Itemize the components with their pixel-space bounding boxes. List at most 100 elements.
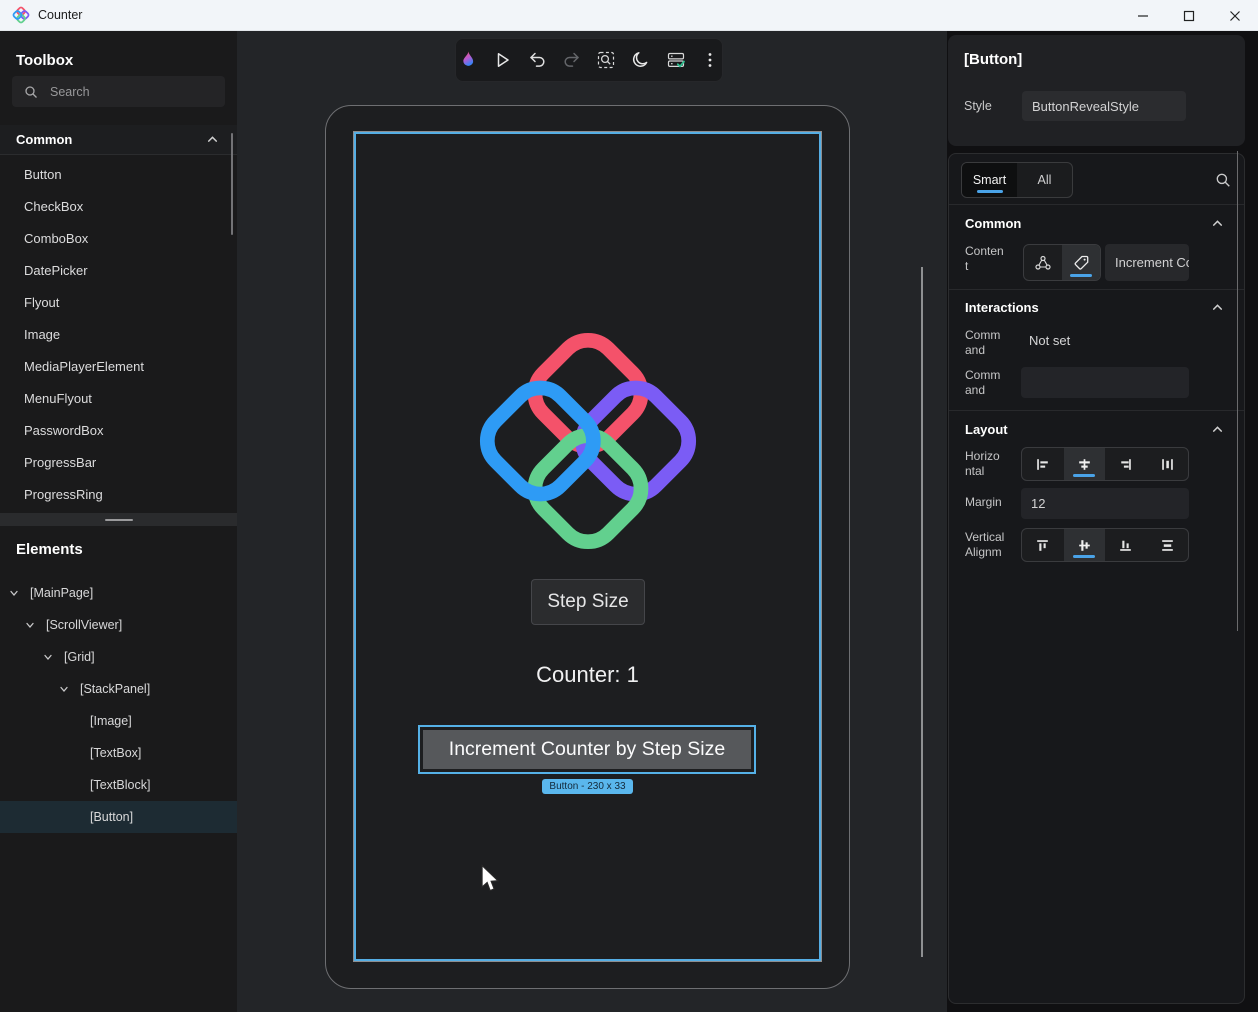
app-preview-surface[interactable]: Step Size Counter: 1 Increment Counter b… <box>353 131 822 962</box>
toolbox-search-input[interactable]: Search <box>12 76 225 107</box>
maximize-button[interactable] <box>1166 0 1212 31</box>
toolbox-item-button[interactable]: Button <box>0 158 237 190</box>
section-common-header[interactable]: Common <box>949 210 1244 236</box>
v-align-top-button[interactable] <box>1022 529 1064 561</box>
canvas-scrollbar[interactable] <box>921 267 923 957</box>
step-size-textbox[interactable]: Step Size <box>531 579 645 625</box>
command-input[interactable] <box>1021 367 1189 398</box>
properties-card: Smart All Common Conten t <box>948 153 1245 1004</box>
v-align-stretch-icon <box>1159 537 1176 554</box>
tree-item-grid[interactable]: [Grid] <box>0 641 237 673</box>
vertical-alignment-label: Vertical Alignm <box>965 530 1021 560</box>
toolbox-item-datepicker[interactable]: DatePicker <box>0 254 237 286</box>
toolbox-item-passwordbox[interactable]: PasswordBox <box>0 414 237 446</box>
more-options-kebab-icon[interactable] <box>698 48 722 72</box>
content-value-input[interactable]: Increment Co <box>1105 244 1189 281</box>
redo-icon[interactable] <box>560 48 584 72</box>
horizontal-alignment-label: Horizo ntal <box>965 449 1021 479</box>
tree-item-image[interactable]: [Image] <box>0 705 237 737</box>
designer-toolbar <box>455 38 723 82</box>
play-icon[interactable] <box>491 48 515 72</box>
tree-item-label: [StackPanel] <box>80 682 150 696</box>
panel-splitter[interactable] <box>0 513 237 526</box>
changes-applied-icon[interactable] <box>664 48 688 72</box>
toolbox-list: Button CheckBox ComboBox DatePicker Flyo… <box>0 158 237 510</box>
properties-search-icon[interactable] <box>1215 172 1231 188</box>
h-align-left-button[interactable] <box>1022 448 1064 480</box>
toolbox-item-flyout[interactable]: Flyout <box>0 286 237 318</box>
toolbox-item-progressbar[interactable]: ProgressBar <box>0 446 237 478</box>
increment-counter-button[interactable]: Increment Counter by Step Size <box>423 730 751 769</box>
tree-item-button-selected[interactable]: [Button] <box>0 801 237 833</box>
selected-element-title: [Button] <box>964 51 1022 68</box>
tab-all[interactable]: All <box>1017 163 1072 197</box>
toolbox-title: Toolbox <box>16 52 73 69</box>
tree-item-scrollviewer[interactable]: [ScrollViewer] <box>0 609 237 641</box>
v-align-stretch-button[interactable] <box>1147 529 1189 561</box>
horizontal-alignment-toggle <box>1021 447 1189 481</box>
content-literal-toggle[interactable] <box>1062 245 1100 280</box>
section-layout-header[interactable]: Layout <box>949 416 1244 442</box>
undo-icon[interactable] <box>525 48 549 72</box>
tree-item-label: [Button] <box>90 810 133 824</box>
divider <box>949 204 1244 205</box>
tab-all-label: All <box>1038 173 1052 187</box>
v-align-center-button[interactable] <box>1064 529 1106 561</box>
selected-element-card: [Button] Style ButtonRevealStyle <box>948 35 1245 146</box>
section-interactions-header[interactable]: Interactions <box>949 294 1244 320</box>
command-value: Not set <box>1029 333 1070 348</box>
divider <box>949 410 1244 411</box>
tree-item-label: [Image] <box>90 714 132 728</box>
h-align-center-button[interactable] <box>1064 448 1106 480</box>
margin-label: Margin <box>965 495 1021 510</box>
style-label: Style <box>964 99 992 113</box>
counter-textblock[interactable]: Counter: 1 <box>354 662 821 688</box>
toolbox-item-mediaplayerelement[interactable]: MediaPlayerElement <box>0 350 237 382</box>
h-align-stretch-button[interactable] <box>1147 448 1189 480</box>
toolbox-item-combobox[interactable]: ComboBox <box>0 222 237 254</box>
minimize-button[interactable] <box>1120 0 1166 31</box>
tree-item-stackpanel[interactable]: [StackPanel] <box>0 673 237 705</box>
tab-smart-label: Smart <box>973 173 1006 187</box>
toolbox-item-menuflyout[interactable]: MenuFlyout <box>0 382 237 414</box>
v-align-center-icon <box>1076 537 1093 554</box>
content-binding-toggle[interactable] <box>1024 245 1062 280</box>
style-input[interactable]: ButtonRevealStyle <box>1022 91 1186 121</box>
tree-item-label: [Grid] <box>64 650 95 664</box>
toolbox-item-progressring[interactable]: ProgressRing <box>0 478 237 510</box>
h-align-left-icon <box>1034 456 1051 473</box>
elements-tree: [MainPage] [ScrollViewer] [Grid] [StackP… <box>0 577 237 833</box>
tree-item-label: [ScrollViewer] <box>46 618 122 632</box>
chevron-up-icon <box>1211 301 1224 314</box>
close-button[interactable] <box>1212 0 1258 31</box>
v-align-bottom-button[interactable] <box>1105 529 1147 561</box>
tree-item-textbox[interactable]: [TextBox] <box>0 737 237 769</box>
toolbox-group-label: Common <box>16 132 72 147</box>
hot-reload-flame-icon[interactable] <box>456 48 480 72</box>
toolbox-group-common[interactable]: Common <box>0 125 237 155</box>
theme-moon-icon[interactable] <box>629 48 653 72</box>
tab-smart[interactable]: Smart <box>962 163 1017 197</box>
content-property-label: Conten t <box>965 244 1021 274</box>
tree-item-label: [TextBox] <box>90 746 141 760</box>
tree-item-label: [TextBlock] <box>90 778 150 792</box>
toolbox-scrollbar[interactable] <box>231 133 233 235</box>
h-align-right-button[interactable] <box>1105 448 1147 480</box>
command2-property-label: Comm and <box>965 368 1021 398</box>
chevron-up-icon <box>206 133 219 146</box>
margin-input[interactable]: 12 <box>1021 488 1189 519</box>
minimize-icon <box>1137 10 1149 22</box>
properties-tabs: Smart All <box>961 162 1073 198</box>
design-canvas[interactable]: Step Size Counter: 1 Increment Counter b… <box>237 31 947 1012</box>
tree-item-textblock[interactable]: [TextBlock] <box>0 769 237 801</box>
chevron-down-icon <box>42 651 54 663</box>
tree-item-mainpage[interactable]: [MainPage] <box>0 577 237 609</box>
toolbox-item-image[interactable]: Image <box>0 318 237 350</box>
inspector-scrollbar[interactable] <box>1237 151 1238 631</box>
zoom-selection-icon[interactable] <box>595 48 619 72</box>
uno-rings-logo <box>467 320 709 562</box>
chevron-down-icon <box>24 619 36 631</box>
toolbox-item-checkbox[interactable]: CheckBox <box>0 190 237 222</box>
h-align-right-icon <box>1117 456 1134 473</box>
selection-size-badge: Button - 230 x 33 <box>354 779 821 794</box>
